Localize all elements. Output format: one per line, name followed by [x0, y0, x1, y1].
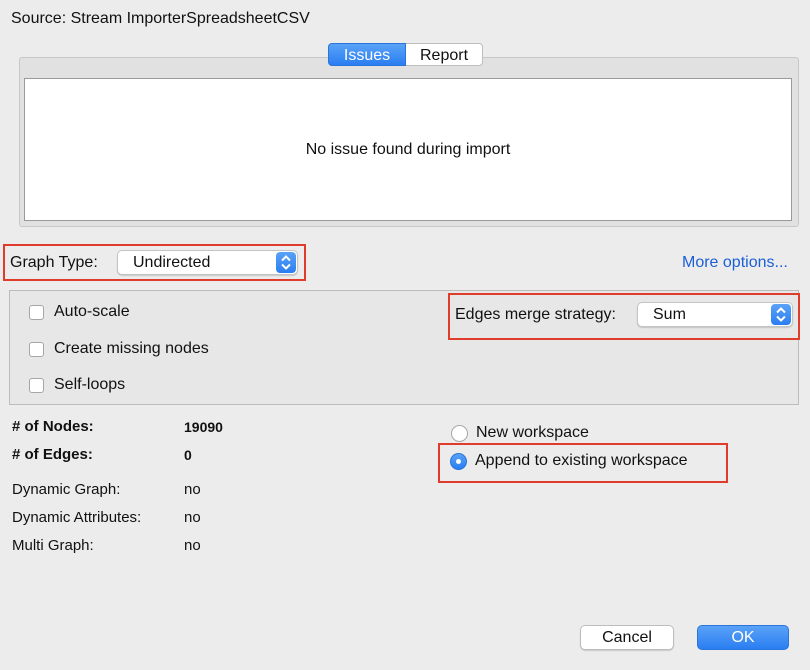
graph-type-label: Graph Type:: [10, 254, 98, 271]
dynamic-graph-value: no: [184, 481, 201, 498]
dynamic-attributes-value: no: [184, 509, 201, 526]
nodes-count-value: 19090: [184, 419, 223, 435]
edges-count-value: 0: [184, 447, 192, 463]
more-options-link[interactable]: More options...: [682, 254, 788, 272]
select-arrows-icon: [771, 304, 791, 325]
source-label: Source: Stream ImporterSpreadsheetCSV: [11, 10, 310, 27]
append-workspace-label: Append to existing workspace: [475, 452, 688, 469]
tab-bar: Issues Report: [328, 43, 483, 66]
edges-merge-select[interactable]: Sum: [637, 302, 793, 327]
new-workspace-radio[interactable]: New workspace: [451, 424, 589, 442]
multi-graph-value: no: [184, 537, 201, 554]
append-workspace-radio[interactable]: Append to existing workspace: [450, 452, 688, 470]
edges-merge-label: Edges merge strategy:: [455, 306, 616, 323]
dynamic-graph-label: Dynamic Graph:: [12, 481, 121, 498]
tab-issues[interactable]: Issues: [328, 43, 406, 66]
issues-message: No issue found during import: [305, 140, 511, 158]
edges-count-label: # of Edges:: [12, 446, 93, 463]
graph-type-value: Undirected: [133, 254, 211, 271]
checkbox-box: [29, 341, 44, 357]
multi-graph-label: Multi Graph:: [12, 537, 94, 554]
self-loops-label: Self-loops: [54, 376, 126, 393]
auto-scale-label: Auto-scale: [54, 303, 130, 320]
nodes-count-label: # of Nodes:: [12, 418, 94, 435]
tab-report[interactable]: Report: [406, 43, 483, 66]
select-arrows-icon: [276, 252, 296, 273]
radio-circle: [451, 424, 468, 442]
create-missing-nodes-label: Create missing nodes: [54, 340, 209, 357]
checkbox-box: [29, 304, 44, 320]
dynamic-attributes-label: Dynamic Attributes:: [12, 509, 142, 526]
self-loops-checkbox[interactable]: Self-loops: [29, 376, 125, 394]
checkbox-box: [29, 377, 44, 393]
issues-panel: No issue found during import: [24, 78, 792, 221]
new-workspace-label: New workspace: [476, 424, 589, 441]
create-missing-nodes-checkbox[interactable]: Create missing nodes: [29, 340, 209, 358]
auto-scale-checkbox[interactable]: Auto-scale: [29, 303, 130, 321]
edges-merge-value: Sum: [653, 306, 686, 323]
graph-type-select[interactable]: Undirected: [117, 250, 298, 275]
ok-button[interactable]: OK: [697, 625, 789, 650]
cancel-button[interactable]: Cancel: [580, 625, 674, 650]
radio-circle-selected: [450, 452, 467, 470]
